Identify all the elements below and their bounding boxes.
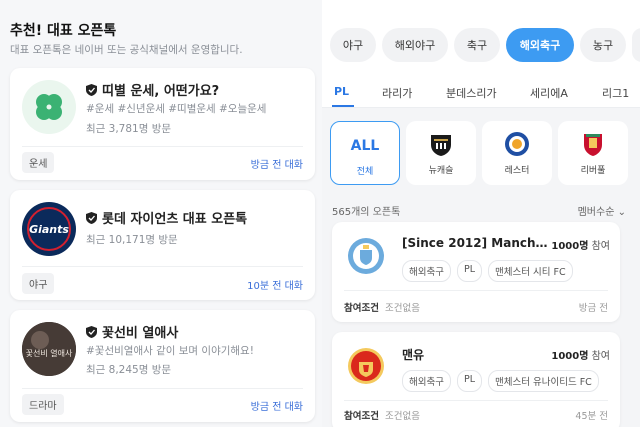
last-chat-time: 방금 전 대화 [250, 402, 303, 413]
sort-label: 멤버수순 [577, 207, 615, 218]
openchat-room[interactable]: [Since 2012] Manchester... 1000명 참여 해외축구… [332, 222, 620, 322]
giants-logo-avatar: Giants [22, 202, 76, 256]
shield-icon [86, 211, 97, 224]
sport-tab-basketball[interactable]: 농구 [580, 28, 626, 62]
join-condition: 참여조건 조건없음 [344, 411, 420, 422]
sport-tab-baseball[interactable]: 야구 [330, 28, 376, 62]
divider [22, 388, 303, 389]
shield-icon [86, 325, 97, 338]
card-visits: 최근 8,245명 방문 [86, 364, 172, 376]
league-tab-pl[interactable]: PL [334, 85, 349, 98]
tag-chip: 맨체스터 유나이티드 FC [488, 370, 599, 392]
card-name: 꽃선비 열애사 [102, 326, 179, 341]
all-label: ALL [350, 138, 380, 154]
openchat-room[interactable]: 맨유 1000명 참여 해외축구 PL 맨체스터 유나이티드 FC 참여조건 조건… [332, 332, 620, 427]
sport-tab-soccer[interactable]: 축구 [454, 28, 500, 62]
sport-tabs: 야구 해외야구 축구 해외축구 농구 [322, 0, 640, 78]
divider [344, 290, 608, 291]
last-chat-time: 방금 전 대화 [250, 160, 303, 171]
openchat-card-giants[interactable]: Giants 롯데 자이언츠 대표 오픈톡 최근 10,171명 방문 야구 1… [10, 190, 315, 300]
team-name: 전체 [356, 167, 374, 177]
divider [344, 400, 608, 401]
card-visits: 최근 10,171명 방문 [86, 234, 178, 246]
svg-text:꽃선비 열애사: 꽃선비 열애사 [26, 349, 73, 358]
section-subtitle: 대표 오픈톡은 네이버 또는 공식채널에서 운영합니다. [10, 44, 243, 56]
room-tags: 해외축구 PL 맨체스터 유나이티드 FC [402, 370, 599, 392]
team-name: 뉴캐슬 [428, 166, 454, 176]
shield-icon [86, 83, 97, 96]
clover-avatar [22, 80, 76, 134]
league-tab-ligue1[interactable]: 리그1 [602, 85, 629, 101]
league-tabs: PL 라리가 분데스리가 세리에A 리그1 [322, 78, 640, 108]
member-count: 1000명 참여 [551, 241, 610, 252]
openchat-card-drama[interactable]: 꽃선비 열애사 꽃선비 열애사 #꽃선비열애사 같이 보며 이야기해요! 최근 … [10, 310, 315, 422]
team-name: 레스터 [504, 166, 530, 176]
sort-dropdown[interactable]: 멤버수순 ⌄ [578, 203, 626, 218]
card-title: 꽃선비 열애사 [86, 322, 178, 341]
category-chip: 야구 [22, 273, 55, 294]
card-visits: 최근 3,781명 방문 [86, 123, 172, 135]
sports-panel: 야구 해외야구 축구 해외축구 농구 PL 라리가 분데스리가 세리에A 리그1… [322, 0, 640, 427]
card-name: 띠별 운세, 어떤가요? [102, 84, 220, 99]
man-city-crest-icon [348, 238, 384, 274]
last-activity-time: 방금 전 [578, 303, 608, 314]
category-chip: 드라마 [22, 394, 64, 415]
sport-tab-more[interactable] [632, 28, 640, 62]
result-summary: 565개의 오픈톡 멤버수순 ⌄ [332, 203, 630, 218]
sport-tab-overseas-soccer[interactable]: 해외축구 [506, 28, 574, 62]
recommended-panel: 추천! 대표 오픈톡 대표 오픈톡은 네이버 또는 공식채널에서 운영합니다. … [0, 0, 322, 427]
room-name: [Since 2012] Manchester... [402, 236, 552, 250]
team-name: 리버풀 [580, 166, 606, 176]
member-count: 1000명 참여 [551, 351, 610, 362]
chevron-down-icon: ⌄ [617, 207, 626, 218]
team-liverpool[interactable]: 리버풀 [558, 121, 628, 185]
team-all[interactable]: ALL 전체 [330, 121, 400, 185]
tag-chip: 해외축구 [402, 260, 451, 282]
drama-poster-avatar: 꽃선비 열애사 [22, 322, 76, 376]
openchat-card-fortune[interactable]: 띠별 운세, 어떤가요? #운세 #신년운세 #띠별운세 #오늘운세 최근 3,… [10, 68, 315, 180]
room-name: 맨유 [402, 348, 425, 362]
svg-text:Giants: Giants [29, 223, 69, 236]
card-name: 롯데 자이언츠 대표 오픈톡 [102, 212, 248, 227]
tag-chip: PL [456, 260, 482, 282]
join-condition: 참여조건 조건없음 [344, 303, 420, 314]
card-title: 띠별 운세, 어떤가요? [86, 80, 219, 99]
newcastle-crest-icon [431, 135, 451, 156]
team-newcastle[interactable]: 뉴캐슬 [406, 121, 476, 185]
category-chip: 운세 [22, 152, 55, 173]
card-tags: #운세 #신년운세 #띠별운세 #오늘운세 [86, 103, 267, 115]
last-chat-time: 10분 전 대화 [247, 281, 303, 292]
divider [22, 146, 303, 147]
team-filter: ALL 전체 뉴캐슬 레스터 리버풀 [322, 108, 640, 194]
league-tab-seriea[interactable]: 세리에A [530, 85, 568, 101]
league-tab-laliga[interactable]: 라리가 [382, 85, 412, 101]
card-tags: #꽃선비열애사 같이 보며 이야기해요! [86, 345, 254, 357]
room-count: 565개의 오픈톡 [332, 207, 401, 218]
tag-chip: PL [456, 370, 482, 392]
leicester-crest-icon [505, 132, 529, 156]
section-title: 추천! 대표 오픈톡 [10, 23, 117, 39]
tag-chip: 해외축구 [402, 370, 451, 392]
room-tags: 해외축구 PL 맨체스터 시티 FC [402, 260, 573, 282]
league-tab-bundesliga[interactable]: 분데스리가 [446, 85, 497, 101]
liverpool-crest-icon [584, 134, 602, 156]
man-utd-crest-icon [348, 348, 384, 384]
team-leicester[interactable]: 레스터 [482, 121, 552, 185]
card-title: 롯데 자이언츠 대표 오픈톡 [86, 208, 247, 227]
divider [22, 266, 303, 267]
last-activity-time: 45분 전 [575, 411, 608, 422]
active-tab-indicator [332, 105, 354, 107]
sport-tab-mlb[interactable]: 해외야구 [382, 28, 448, 62]
tag-chip: 맨체스터 시티 FC [488, 260, 573, 282]
